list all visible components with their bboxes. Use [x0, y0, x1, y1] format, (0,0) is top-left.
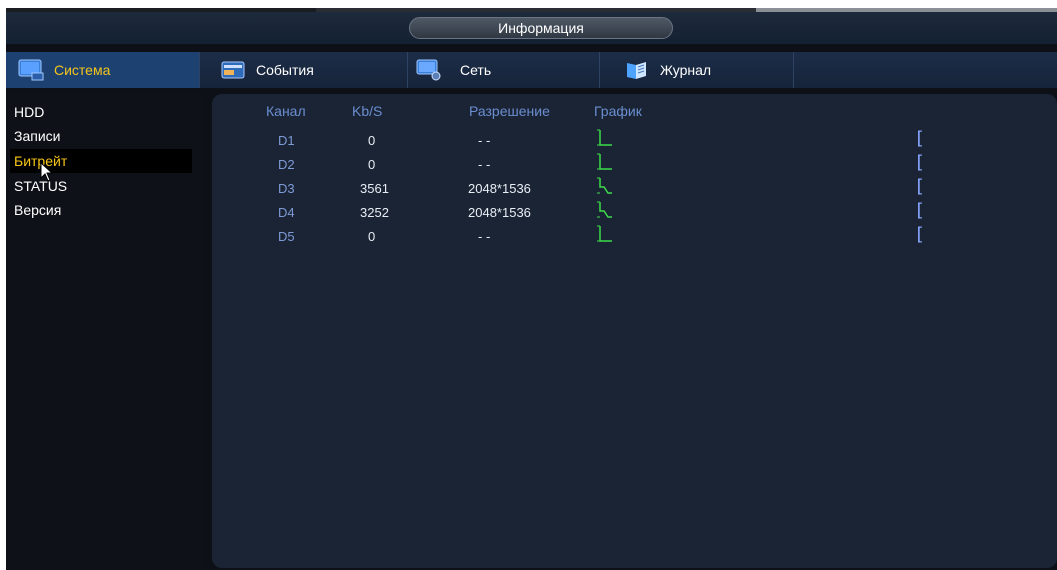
- bitrate-graph-flat: [597, 153, 612, 170]
- tab-log[interactable]: Журнал: [600, 52, 794, 88]
- tab-bar: Система События Сеть Журнал: [6, 52, 1057, 88]
- row-kbps: 3252: [360, 205, 389, 220]
- log-icon: [624, 59, 650, 81]
- monitor-icon: [18, 59, 44, 81]
- tab-network-label: Сеть: [460, 62, 492, 78]
- sidebar: HDD Записи Битрейт STATUS Версия: [6, 92, 202, 570]
- row-kbps: 0: [368, 157, 376, 172]
- bitrate-panel: Канал Kb/S Разрешение График D1 0 - - [ …: [212, 94, 1057, 568]
- row-resolution: - -: [478, 157, 491, 172]
- row-resolution: 2048*1536: [468, 205, 531, 220]
- row-channel: D5: [278, 229, 295, 244]
- row-kbps: 0: [368, 229, 376, 244]
- row-channel: D1: [278, 133, 295, 148]
- sidebar-item-version[interactable]: Версия: [10, 198, 192, 222]
- header-channel: Канал: [266, 103, 306, 119]
- tab-network[interactable]: Сеть: [408, 52, 600, 88]
- row-channel: D3: [278, 181, 295, 196]
- tab-events-label: События: [256, 62, 314, 78]
- sidebar-item-status[interactable]: STATUS: [10, 174, 192, 198]
- bitrate-graph-active: [597, 177, 612, 194]
- tab-system[interactable]: Система: [6, 52, 200, 88]
- events-icon: [220, 59, 246, 81]
- row-end-marker: [: [914, 224, 925, 245]
- info-window: Информация Система События Сеть Журнал H…: [6, 12, 1057, 570]
- row-end-marker: [: [914, 200, 925, 221]
- window-title: Информация: [409, 17, 673, 39]
- row-end-marker: [: [914, 176, 925, 197]
- bitrate-graph-flat: [597, 225, 612, 242]
- row-channel: D2: [278, 157, 295, 172]
- title-bar: Информация: [6, 12, 1057, 44]
- header-graph: График: [594, 103, 642, 119]
- tab-log-label: Журнал: [660, 62, 712, 78]
- row-resolution: - -: [478, 229, 491, 244]
- network-icon: [416, 59, 442, 81]
- sidebar-item-bitrate[interactable]: Битрейт: [10, 149, 192, 173]
- header-kbps: Kb/S: [352, 103, 383, 119]
- row-end-marker: [: [914, 152, 925, 173]
- sidebar-item-hdd[interactable]: HDD: [10, 100, 192, 124]
- bitrate-graph-flat: [597, 129, 612, 146]
- mouse-cursor-icon: [40, 162, 54, 182]
- row-channel: D4: [278, 205, 295, 220]
- row-resolution: - -: [478, 133, 491, 148]
- row-end-marker: [: [914, 128, 925, 149]
- row-kbps: 3561: [360, 181, 389, 196]
- background-photo-strip: [0, 0, 1057, 12]
- row-resolution: 2048*1536: [468, 181, 531, 196]
- header-resolution: Разрешение: [469, 103, 550, 119]
- bitrate-graph-active: [597, 201, 612, 218]
- tab-system-label: Система: [54, 62, 111, 78]
- sidebar-item-records[interactable]: Записи: [10, 124, 192, 148]
- row-kbps: 0: [368, 133, 376, 148]
- tab-events[interactable]: События: [208, 52, 408, 88]
